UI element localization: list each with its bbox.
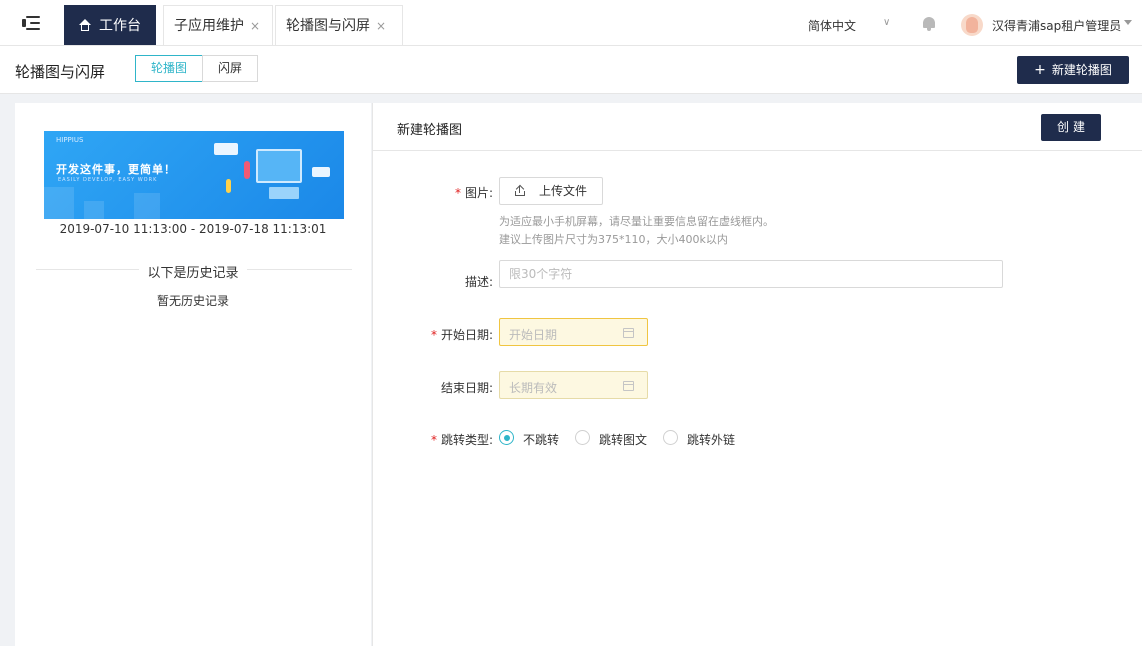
- banner-bubble: [214, 143, 238, 155]
- upload-icon: [514, 184, 525, 196]
- jump-type-label-text: 跳转类型:: [440, 433, 493, 447]
- banner-slogan-en: EASILY DEVELOP, EASY WORK: [58, 177, 158, 183]
- required-mark: *: [454, 186, 461, 200]
- carousel-banner-image[interactable]: HIPPIUS 开发这件事，更简单！ EASILY DEVELOP, EASY …: [44, 131, 344, 219]
- radio-jump-article[interactable]: 跳转图文: [575, 430, 651, 447]
- upload-size-hint: 建议上传图片尺寸为375*110，大小400k以内: [499, 233, 728, 246]
- history-title-text: 以下是历史记录: [139, 266, 247, 281]
- radio-label: 跳转图文: [599, 433, 648, 447]
- caret-down-icon[interactable]: [1124, 20, 1132, 25]
- bell-icon[interactable]: [921, 16, 937, 32]
- tab-label: 轮播图与闪屏: [286, 18, 370, 34]
- form-title: 新建轮播图: [397, 123, 463, 138]
- page-title: 轮播图与闪屏: [15, 63, 106, 81]
- history-empty-text: 暂无历史记录: [156, 294, 229, 308]
- radio-no-jump[interactable]: 不跳转: [499, 430, 563, 447]
- banner-brand: HIPPIUS: [56, 136, 84, 144]
- banner-person: [226, 179, 231, 193]
- tab-label: 子应用维护: [174, 18, 244, 34]
- banner-person: [244, 161, 250, 179]
- start-date-label: * 开始日期:: [373, 326, 493, 343]
- tab-workbench[interactable]: 工作台: [64, 5, 156, 45]
- upload-hint: 为适应最小手机屏幕，请尽量让重要信息留在虚线框内。: [499, 215, 774, 228]
- create-button[interactable]: 创建: [1041, 114, 1101, 141]
- plus-icon: +: [1034, 62, 1046, 78]
- calendar-icon: [623, 328, 634, 338]
- chevron-down-icon[interactable]: ∨: [883, 17, 890, 28]
- segment-splash[interactable]: 闪屏: [202, 55, 258, 82]
- carousel-list-panel: HIPPIUS 开发这件事，更简单！ EASILY DEVELOP, EASY …: [15, 103, 371, 646]
- banner-keyboard: [269, 187, 299, 199]
- end-date-picker[interactable]: 长期有效: [499, 371, 648, 399]
- new-carousel-label: 新建轮播图: [1051, 63, 1112, 77]
- avatar[interactable]: [961, 14, 983, 36]
- start-date-placeholder: 开始日期: [509, 328, 558, 342]
- close-icon[interactable]: ×: [250, 19, 260, 33]
- menu-toggle-icon[interactable]: [22, 14, 42, 32]
- user-name[interactable]: 汉得青浦sap租户管理员: [992, 17, 1121, 34]
- required-mark: *: [430, 328, 437, 342]
- home-icon: [79, 19, 91, 31]
- carousel-date-range: 2019-07-10 11:13:00 - 2019-07-18 11:13:0…: [59, 222, 327, 236]
- radio-unchecked-icon: [575, 430, 590, 445]
- start-date-picker[interactable]: 开始日期: [499, 318, 648, 346]
- new-carousel-form: 新建轮播图 创建 * 图片: 上传文件 为适应最小手机屏幕，请尽量让重要信息留在虚…: [372, 103, 1142, 646]
- segment-carousel[interactable]: 轮播图: [135, 55, 203, 82]
- history-title: 以下是历史记录: [15, 262, 371, 281]
- radio-label: 不跳转: [523, 433, 560, 447]
- calendar-icon: [623, 381, 634, 391]
- radio-checked-icon: [499, 430, 514, 445]
- jump-type-label: * 跳转类型:: [373, 431, 493, 448]
- end-date-placeholder: 长期有效: [509, 381, 558, 395]
- banner-bubble: [312, 167, 330, 177]
- banner-slogan: 开发这件事，更简单！: [56, 163, 176, 176]
- description-label: 描述:: [464, 275, 493, 289]
- new-carousel-button[interactable]: + 新建轮播图: [1017, 56, 1129, 84]
- image-label: * 图片:: [373, 184, 493, 201]
- tab-sub-app-maintenance[interactable]: 子应用维护 ×: [163, 5, 273, 45]
- image-label-text: 图片:: [464, 186, 493, 200]
- form-header: 新建轮播图 创建: [373, 103, 1142, 151]
- top-bar: 工作台 子应用维护 × 轮播图与闪屏 × 简体中文 ∨ 汉得青浦sap租户管理员: [0, 0, 1142, 46]
- start-date-label-text: 开始日期:: [440, 328, 493, 342]
- radio-label: 跳转外链: [687, 433, 736, 447]
- close-icon[interactable]: ×: [376, 19, 386, 33]
- tab-carousel-splash[interactable]: 轮播图与闪屏 ×: [275, 5, 403, 45]
- page-header: 轮播图与闪屏 轮播图 闪屏 + 新建轮播图: [0, 46, 1142, 94]
- banner-monitor: [256, 149, 302, 183]
- radio-unchecked-icon: [663, 430, 678, 445]
- end-date-label: 结束日期:: [440, 381, 493, 395]
- tab-workbench-label: 工作台: [99, 18, 141, 34]
- radio-jump-link[interactable]: 跳转外链: [663, 430, 739, 447]
- required-mark: *: [430, 433, 437, 447]
- description-input[interactable]: [499, 260, 1003, 288]
- upload-file-button[interactable]: 上传文件: [499, 177, 603, 205]
- upload-file-label: 上传文件: [538, 184, 587, 198]
- language-select[interactable]: 简体中文: [808, 17, 856, 34]
